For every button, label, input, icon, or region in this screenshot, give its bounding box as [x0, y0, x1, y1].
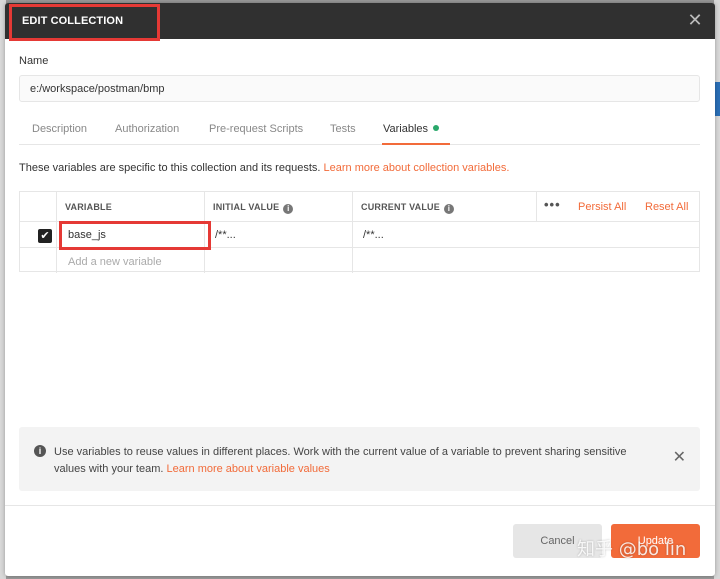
close-icon[interactable]: ✕: [687, 11, 703, 29]
variables-description: These variables are specific to this col…: [19, 162, 509, 174]
name-label: Name: [19, 55, 49, 67]
tab-variables[interactable]: Variables: [383, 123, 440, 135]
header-initial-value: INITIAL VALUE i: [213, 202, 294, 214]
info-icon[interactable]: i: [283, 204, 294, 214]
info-banner-message: Use variables to reuse values in differe…: [54, 446, 627, 475]
dismiss-banner-icon[interactable]: ✕: [673, 450, 686, 466]
info-icon[interactable]: i: [443, 204, 454, 214]
status-dot-icon: [433, 125, 440, 131]
header-current-value-label: CURRENT VALUE: [361, 202, 440, 212]
title-highlight-box: [9, 4, 160, 41]
tab-variables-label: Variables: [383, 123, 429, 135]
info-circle-icon: i: [34, 445, 46, 457]
header-current-value: CURRENT VALUE i: [361, 202, 454, 214]
footer-divider: [5, 505, 715, 506]
variable-highlight-box: [59, 221, 211, 250]
learn-more-collection-variables-link[interactable]: Learn more about collection variables.: [324, 162, 510, 174]
tab-bar: Description Authorization Pre-request Sc…: [19, 117, 700, 145]
header-variable: VARIABLE: [65, 202, 112, 212]
cancel-button[interactable]: Cancel: [513, 524, 602, 558]
modal-header: EDIT COLLECTION ✕: [5, 3, 715, 41]
learn-more-variable-values-link[interactable]: Learn more about variable values: [167, 463, 330, 475]
reset-all-button[interactable]: Reset All: [645, 201, 688, 213]
tab-pre-request-scripts[interactable]: Pre-request Scripts: [209, 123, 303, 135]
tab-description[interactable]: Description: [32, 123, 87, 135]
current-value-cell[interactable]: /**...: [363, 229, 384, 241]
variables-table: VARIABLE INITIAL VALUE i CURRENT VALUE i •…: [19, 191, 700, 273]
tab-tests[interactable]: Tests: [330, 123, 356, 135]
info-banner-text: Use variables to reuse values in differe…: [54, 444, 654, 478]
edit-collection-modal: EDIT COLLECTION ✕ Name Description Autho…: [5, 3, 715, 576]
header-initial-value-label: INITIAL VALUE: [213, 202, 280, 212]
info-banner: i Use variables to reuse values in diffe…: [19, 427, 700, 491]
description-text: These variables are specific to this col…: [19, 162, 321, 174]
table-divider: [536, 192, 537, 221]
collection-name-input[interactable]: [19, 75, 700, 102]
update-button[interactable]: Update: [611, 524, 700, 558]
variable-enabled-checkbox[interactable]: ✔: [38, 229, 52, 243]
tab-authorization[interactable]: Authorization: [115, 123, 179, 135]
active-tab-indicator: [382, 143, 450, 145]
initial-value-cell[interactable]: /**...: [215, 229, 236, 241]
table-divider: [352, 192, 353, 273]
add-variable-input[interactable]: Add a new variable: [68, 256, 162, 268]
table-divider: [56, 192, 57, 273]
more-options-icon[interactable]: •••: [544, 197, 561, 212]
persist-all-button[interactable]: Persist All: [578, 201, 626, 213]
